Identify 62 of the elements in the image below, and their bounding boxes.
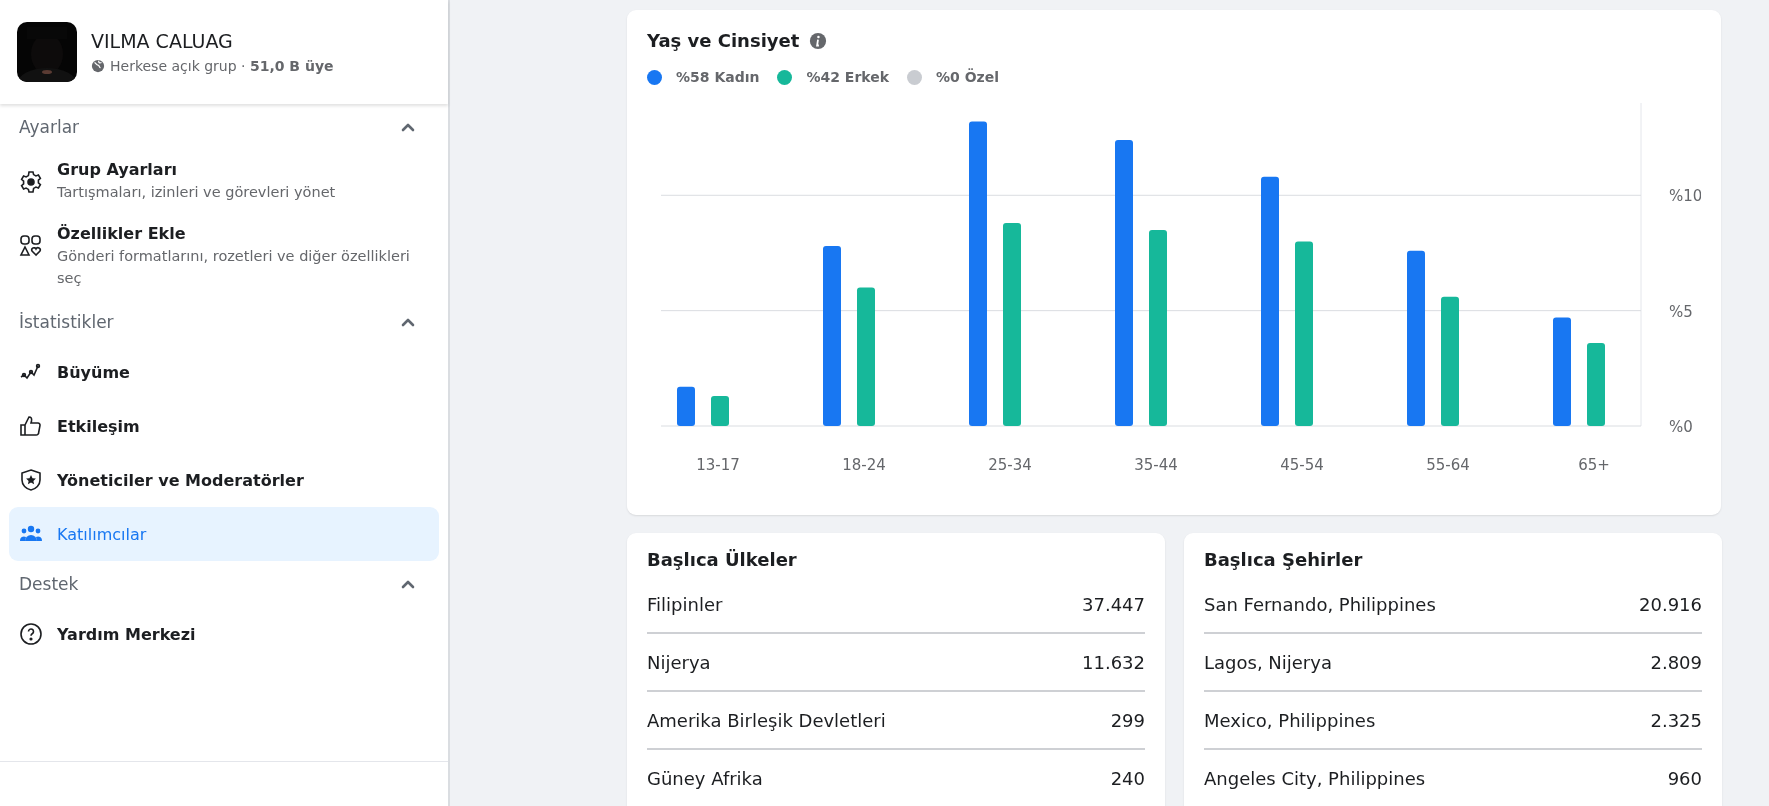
shield-star-icon bbox=[19, 468, 43, 493]
sidebar-item[interactable]: Yöneticiler ve Moderatörler bbox=[9, 453, 439, 508]
bar bbox=[711, 396, 729, 426]
item-label: Grup Ayarları bbox=[57, 160, 179, 179]
item-label: Etkileşim bbox=[57, 416, 140, 436]
gear-icon bbox=[19, 170, 43, 194]
globe-icon bbox=[91, 59, 105, 73]
row-name: Lagos, Nijerya bbox=[1204, 651, 1332, 673]
row-name: Nijerya bbox=[647, 651, 711, 673]
sidebar-item[interactable]: Özellikler Ekle Gönderi formatlarını, rozetleri ve diğer özellikleri seç bbox=[9, 213, 439, 300]
axis-label: 35-44 bbox=[1134, 456, 1178, 474]
group-name: VILMA CALUAG bbox=[91, 30, 234, 52]
sidebar-item[interactable]: Etkileşim bbox=[9, 399, 439, 454]
axis-label: 55-64 bbox=[1426, 456, 1470, 474]
sidebar-item[interactable]: Grup Ayarları Tartışmaları, izinleri ve görevleri yönet bbox=[9, 150, 439, 214]
section-title: Destek bbox=[19, 574, 79, 595]
row-name: Güney Afrika bbox=[647, 767, 763, 789]
item-label: Yardım Merkezi bbox=[57, 624, 196, 644]
axis-label: 65+ bbox=[1578, 456, 1610, 474]
axis-label: 25-34 bbox=[988, 456, 1032, 474]
row-value: 11.632 bbox=[1082, 651, 1145, 673]
card-title: Yaş ve Cinsiyet bbox=[647, 30, 800, 51]
sidebar-item[interactable]: Katılımcılar bbox=[9, 507, 439, 562]
row-name: Mexico, Philippines bbox=[1204, 709, 1376, 731]
legend-label: %0 Özel bbox=[936, 69, 1000, 85]
legend-label: %58 Kadın bbox=[676, 69, 760, 85]
axis-label: %0 bbox=[1669, 418, 1693, 436]
card-title: Başlıca Ülkeler bbox=[647, 549, 798, 570]
card-title: Başlıca Şehirler bbox=[1204, 549, 1364, 570]
bar bbox=[677, 386, 695, 426]
row-value: 37.447 bbox=[1082, 593, 1145, 615]
item-label: Özellikler Ekle bbox=[57, 223, 187, 243]
axis-label: 13-17 bbox=[696, 456, 740, 474]
axis-label: %5 bbox=[1669, 302, 1693, 321]
group-subtitle: Herkese açık grup · 51,0 B üye bbox=[110, 58, 334, 74]
thumbs-up-icon bbox=[19, 414, 43, 439]
section-title: Ayarlar bbox=[19, 117, 80, 137]
item-description: Gönderi formatlarını, rozetleri ve diğer özellikleri seç bbox=[57, 246, 411, 288]
axis-label: %10 bbox=[1669, 187, 1701, 206]
row-value: 20.916 bbox=[1639, 593, 1702, 615]
section-title: İstatistikler bbox=[19, 312, 114, 333]
row-name: Angeles City, Philippines bbox=[1204, 767, 1426, 789]
sidebar-item[interactable]: Yardım Merkezi bbox=[9, 607, 439, 662]
row-value: 960 bbox=[1667, 767, 1702, 789]
row-value: 2.325 bbox=[1650, 709, 1702, 731]
item-description: Tartışmaları, izinleri ve görevleri yönet bbox=[57, 183, 336, 202]
row-value: 2.809 bbox=[1650, 651, 1702, 673]
row-name: San Fernando, Philippines bbox=[1204, 593, 1436, 615]
axis-label: 45-54 bbox=[1280, 456, 1324, 474]
item-label: Katılımcılar bbox=[57, 524, 147, 544]
sidebar-item[interactable]: Büyüme bbox=[9, 345, 439, 400]
row-name: Filipinler bbox=[647, 593, 723, 615]
help-icon bbox=[19, 622, 43, 647]
axis-label: 18-24 bbox=[842, 456, 886, 474]
legend-label: %42 Erkek bbox=[806, 69, 890, 85]
row-value: 299 bbox=[1110, 709, 1145, 731]
info-icon[interactable] bbox=[809, 31, 828, 50]
item-label: Büyüme bbox=[57, 362, 130, 382]
shapes-icon bbox=[19, 233, 43, 258]
row-value: 240 bbox=[1110, 767, 1145, 789]
item-label: Yöneticiler ve Moderatörler bbox=[57, 470, 304, 490]
row-name: Amerika Birleşik Devletleri bbox=[647, 709, 886, 731]
